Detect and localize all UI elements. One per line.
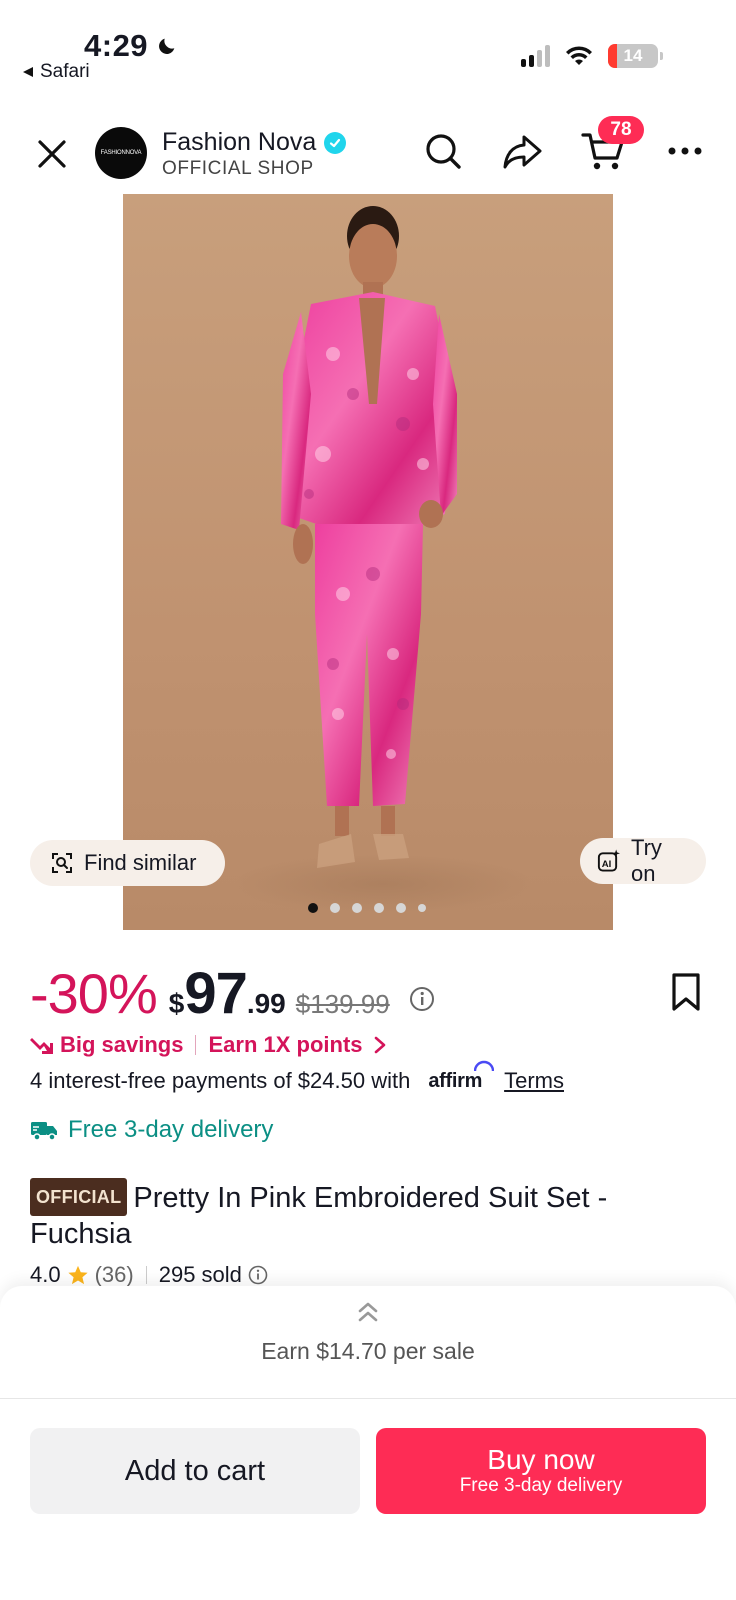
battery-level: 14 bbox=[623, 46, 643, 65]
product-image[interactable] bbox=[123, 194, 613, 930]
carousel-dot[interactable] bbox=[418, 904, 426, 912]
delivery-label: Free 3-day delivery bbox=[68, 1116, 274, 1143]
carousel-dot[interactable] bbox=[374, 903, 384, 913]
truck-icon bbox=[31, 1122, 57, 1141]
price-decimal: .99 bbox=[246, 988, 286, 1019]
back-triangle-icon bbox=[23, 67, 33, 77]
wifi-icon bbox=[566, 46, 592, 65]
affirm-logo: affirm bbox=[428, 1060, 495, 1093]
status-time: 4:29 bbox=[84, 28, 178, 64]
share-button[interactable] bbox=[500, 128, 546, 174]
sheet-divider bbox=[0, 1398, 736, 1399]
shop-avatar[interactable]: FASHIONNOVA bbox=[95, 127, 147, 179]
expand-chevron-icon[interactable] bbox=[355, 1298, 381, 1326]
search-button[interactable] bbox=[420, 128, 466, 174]
earn-points-label: Earn 1X points bbox=[208, 1032, 363, 1057]
price-currency: $ bbox=[168, 988, 185, 1019]
add-to-cart-button[interactable]: Add to cart bbox=[30, 1428, 360, 1514]
product-title: OFFICIAL Pretty In Pink Embroidered Suit … bbox=[30, 1178, 690, 1252]
add-to-cart-label: Add to cart bbox=[124, 1454, 266, 1487]
more-icon bbox=[668, 147, 702, 155]
shop-name-text: Fashion Nova bbox=[162, 128, 317, 156]
find-similar-label: Find similar bbox=[84, 850, 197, 875]
down-arrow-icon bbox=[30, 1038, 53, 1054]
review-count: (36) bbox=[94, 1262, 134, 1287]
carousel-dots bbox=[308, 903, 426, 913]
original-price: $139.99 bbox=[295, 989, 390, 1019]
moon-icon bbox=[159, 38, 175, 54]
buy-now-sublabel: Free 3-day delivery bbox=[459, 1475, 623, 1496]
back-to-app[interactable]: Safari bbox=[22, 61, 90, 83]
try-on-label: Try on bbox=[630, 835, 662, 886]
more-button[interactable] bbox=[662, 128, 708, 174]
sold-info-icon[interactable] bbox=[248, 1265, 268, 1285]
terms-link[interactable]: Terms bbox=[504, 1068, 564, 1094]
installments-row: 4 interest-free payments of $24.50 with … bbox=[30, 1060, 564, 1094]
try-on-button[interactable]: AI Try on bbox=[580, 835, 706, 886]
carousel-dot[interactable] bbox=[330, 903, 340, 913]
buy-now-button[interactable]: Buy now Free 3-day delivery bbox=[376, 1428, 706, 1514]
delivery-row[interactable]: Free 3-day delivery bbox=[30, 1116, 273, 1144]
affirm-text: affirm bbox=[428, 1069, 483, 1092]
carousel-dot[interactable] bbox=[396, 903, 406, 913]
bottom-sheet: Earn $14.70 per sale Add to cart Buy now… bbox=[0, 1286, 736, 1600]
shop-name[interactable]: Fashion Nova bbox=[162, 128, 347, 157]
status-indicators: 14 bbox=[521, 44, 663, 68]
ai-try-on-icon: AI bbox=[597, 849, 620, 872]
star-icon bbox=[67, 1265, 88, 1285]
cart-count-badge: 78 bbox=[598, 116, 644, 144]
savings-row[interactable]: Big savings Earn 1X points bbox=[30, 1032, 387, 1058]
model-photo bbox=[233, 206, 533, 914]
share-icon bbox=[503, 135, 542, 169]
installments-text: 4 interest-free payments of $24.50 with bbox=[30, 1068, 411, 1093]
carousel-dot[interactable] bbox=[352, 903, 362, 913]
close-icon bbox=[38, 140, 66, 168]
rating-row[interactable]: 4.0 (36) 295 sold bbox=[30, 1262, 268, 1288]
price-info-icon[interactable] bbox=[409, 986, 435, 1012]
rating-value: 4.0 bbox=[30, 1262, 61, 1287]
image-search-icon bbox=[52, 853, 72, 873]
official-badge: OFFICIAL bbox=[30, 1178, 128, 1216]
time-text: 4:29 bbox=[84, 28, 149, 63]
buy-now-label: Buy now bbox=[487, 1444, 595, 1475]
chevron-right-icon bbox=[374, 1036, 385, 1054]
shop-subtitle: OFFICIAL SHOP bbox=[162, 158, 314, 179]
discount-percent: -30% bbox=[30, 962, 158, 1025]
close-button[interactable] bbox=[32, 134, 72, 174]
svg-text:AI: AI bbox=[602, 859, 612, 870]
carousel-dot[interactable] bbox=[308, 903, 318, 913]
price-row: -30% $ 97 .99 $139.99 bbox=[30, 960, 390, 1027]
sold-count: 295 sold bbox=[158, 1262, 242, 1287]
back-app-label: Safari bbox=[40, 61, 90, 82]
signal-icon bbox=[521, 45, 550, 67]
battery-icon: 14 bbox=[608, 44, 663, 68]
find-similar-button[interactable]: Find similar bbox=[30, 840, 225, 886]
price-integer: 97 bbox=[184, 961, 248, 1026]
shop-logo-text: FASHIONNOVA bbox=[100, 150, 142, 156]
earn-per-sale: Earn $14.70 per sale bbox=[261, 1338, 475, 1364]
verified-icon bbox=[324, 131, 347, 154]
big-savings-label: Big savings bbox=[60, 1032, 184, 1057]
search-icon bbox=[426, 134, 461, 169]
bookmark-icon[interactable] bbox=[670, 972, 702, 1012]
